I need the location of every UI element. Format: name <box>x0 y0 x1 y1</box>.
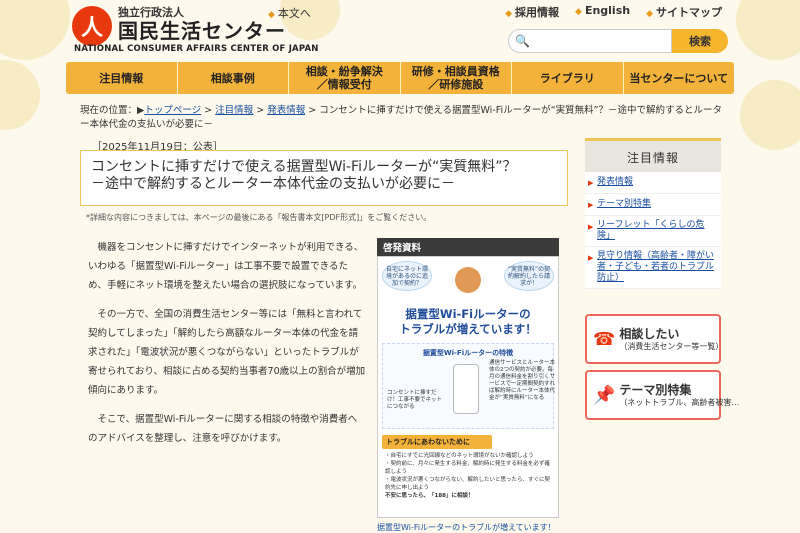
nav-item-library[interactable]: ライブラリ <box>512 62 624 94</box>
nav-item-about[interactable]: 当センターについて <box>624 62 735 94</box>
nav-item-featured[interactable]: 注目情報 <box>66 62 178 94</box>
poster-feature-left: コンセントに挿すだけ！工事不要でネットにつながる <box>387 390 443 410</box>
breadcrumb-link-press[interactable]: 発表情報 <box>267 105 305 116</box>
sidebar-item-themes[interactable]: テーマ別特集 <box>585 194 721 216</box>
awareness-poster[interactable]: 自宅にネット環境があるのに追加で契約？ “実質無料”の契約解約したら請求が！ 据… <box>377 256 559 518</box>
sidebar-list: 発表情報 テーマ別特集 リーフレット「くらしの危険」 見守り情報（高齢者・障がい… <box>585 172 721 289</box>
breadcrumb-sep: > <box>256 105 265 116</box>
diamond-icon: ◆ <box>268 10 275 20</box>
consult-cta-sub: （消費生活センター等一覧） <box>619 341 724 351</box>
sitemap-link-label: サイトマップ <box>656 6 722 19</box>
search-button[interactable]: 検索 <box>672 29 728 53</box>
router-icon <box>453 364 479 414</box>
page-subtitle: －途中で解約するとルーター本体代金の支払いが必要に－ <box>91 176 455 192</box>
global-nav: 注目情報 相談事例 相談・紛争解決 ／情報受付 研修・相談員資格 ／研修施設 ライブ… <box>66 62 734 94</box>
article-title-box: コンセントに挿すだけで使える据置型Wi-Fiルーターが“実質無料”？ －途中で解… <box>80 150 568 206</box>
poster-title-line2: トラブルが増えています！ <box>399 322 537 336</box>
breadcrumb-link-featured[interactable]: 注目情報 <box>215 105 253 116</box>
utility-links: ◆ 採用情報 ◆ English ◆ サイトマップ <box>505 4 722 20</box>
logo-title: 国民生活センター <box>118 19 286 43</box>
nav-consultation-label-2: ／情報受付 <box>316 78 372 91</box>
theme-cta-sub: （ネットトラブル、高齢者被害… <box>619 397 740 407</box>
decor-dot <box>0 60 40 130</box>
diamond-icon: ◆ <box>505 9 513 19</box>
poster-tip: 不安に思ったら、「188」に相談！ <box>385 493 474 499</box>
logo-subtitle: 独立行政法人 <box>118 6 184 19</box>
article-paragraph: 機器をコンセントに挿すだけでインターネットが利用できる、いわゆる「据置型Wi-F… <box>88 242 364 291</box>
decor-dot <box>740 80 800 150</box>
recruit-link[interactable]: ◆ 採用情報 <box>505 4 559 20</box>
poster-feature: 据置型Wi-Fiルーターの特徴 コンセントに挿すだけ！工事不要でネットにつながる… <box>382 343 556 429</box>
poster-heading: 啓発資料 <box>377 238 559 256</box>
skip-link-label: 本文へ <box>277 7 311 20</box>
diamond-icon: ◆ <box>575 7 582 17</box>
site-search: 🔍 検索 <box>508 29 728 53</box>
poster-bubble-right: “実質無料”の契約解約したら請求が！ <box>504 261 554 291</box>
phone-icon: ☎ <box>593 328 616 350</box>
pin-icon: 📌 <box>593 384 616 406</box>
poster-tip: ・電波状況が悪くつながらない、解約したいと思ったら、すぐに契約先に申し出よう <box>385 477 551 491</box>
poster-tips-heading: トラブルにあわないために <box>382 435 492 449</box>
english-link-label: English <box>584 4 631 17</box>
sidebar-item-press[interactable]: 発表情報 <box>585 172 721 194</box>
recruit-link-label: 採用情報 <box>515 6 560 19</box>
sidebar-item-watch[interactable]: 見守り情報（高齢者・障がい者・子ども・若者のトラブル防止） <box>585 247 721 289</box>
nav-item-training[interactable]: 研修・相談員資格 ／研修施設 <box>401 62 512 94</box>
detail-note: *詳細な内容につきましては、本ページの最後にある「報告書本文[PDF形式]」をご… <box>86 213 432 222</box>
poster-caption-link[interactable]: 据置型Wi-Fiルーターのトラブルが増えています！ <box>377 522 556 533</box>
nav-item-consultation[interactable]: 相談・紛争解決 ／情報受付 <box>289 62 401 94</box>
cat-mascot-icon <box>455 267 481 293</box>
article-body: 機器をコンセントに挿すだけでインターネットが利用できる、いわゆる「据置型Wi-F… <box>88 238 366 458</box>
breadcrumb-sep: > <box>308 105 317 116</box>
sidebar-item-leaflet[interactable]: リーフレット「くらしの危険」 <box>585 216 721 247</box>
english-link[interactable]: ◆ English <box>575 4 630 20</box>
nav-consultation-label: 相談・紛争解決 <box>305 65 383 78</box>
theme-cta[interactable]: 📌 テーマ別特集 （ネットトラブル、高齢者被害… <box>585 370 739 420</box>
skip-to-content-link[interactable]: ◆ 本文へ <box>268 5 311 21</box>
poster-feature-right: 通信サービスとルーター本体の2つの契約が必要。毎月の通信料金を割り引くサービスで… <box>489 360 556 401</box>
search-icon: 🔍 <box>515 34 530 48</box>
site-header: 人 独立行政法人 国民生活センター NATIONAL CONSUMER AFFA… <box>0 0 800 62</box>
poster-feature-title: 据置型Wi-Fiルーターの特徴 <box>422 349 514 357</box>
poster-tips: ・自宅にすでに光回線などのネット環境がないか確認しよう ・契約前に、月々に発生す… <box>382 452 554 500</box>
diamond-icon: ◆ <box>646 9 653 19</box>
article-paragraph: そこで、据置型Wi-Fiルーターに関する相談の特徴や消費者へのアドバイスを整理し… <box>88 414 358 444</box>
site-logo[interactable]: 人 独立行政法人 国民生活センター <box>72 6 286 46</box>
page-title: コンセントに挿すだけで使える据置型Wi-Fiルーターが“実質無料”？ <box>91 159 517 175</box>
breadcrumb-sep: > <box>204 105 213 116</box>
logo-english: NATIONAL CONSUMER AFFAIRS CENTER OF JAPA… <box>74 44 319 54</box>
poster-tip: ・契約前に、月々に発生する料金、解約時に発生する料金を必ず確認しよう <box>385 461 550 475</box>
article-paragraph: その一方で、全国の消費生活センター等には「無料と言われて契約してしまった」「解約… <box>88 309 366 396</box>
logo-mark-icon: 人 <box>72 6 112 46</box>
poster-tip: ・自宅にすでに光回線などのネット環境がないか確認しよう <box>385 453 534 459</box>
breadcrumb-link-top[interactable]: トップページ <box>144 105 201 116</box>
poster-title: 据置型Wi-Fiルーターの トラブルが増えています！ <box>382 307 554 337</box>
nav-training-label-2: ／研修施設 <box>428 78 484 91</box>
breadcrumb: 現在の位置：▶トップページ > 注目情報 > 発表情報 > コンセントに挿すだけ… <box>80 104 730 132</box>
search-input[interactable]: 🔍 <box>508 29 672 53</box>
poster-bubble-left: 自宅にネット環境があるのに追加で契約？ <box>382 261 432 291</box>
breadcrumb-prefix: 現在の位置： <box>80 105 138 116</box>
nav-item-cases[interactable]: 相談事例 <box>178 62 289 94</box>
sitemap-link[interactable]: ◆ サイトマップ <box>646 4 722 20</box>
nav-training-label: 研修・相談員資格 <box>411 65 500 78</box>
theme-cta-label: テーマ別特集 <box>619 382 692 397</box>
poster-title-line1: 据置型Wi-Fiルーターの <box>405 307 531 321</box>
consult-cta[interactable]: ☎ 相談したい （消費生活センター等一覧） <box>585 314 724 364</box>
consult-cta-label: 相談したい <box>619 326 680 341</box>
sidebar-heading: 注目情報 <box>585 138 721 172</box>
